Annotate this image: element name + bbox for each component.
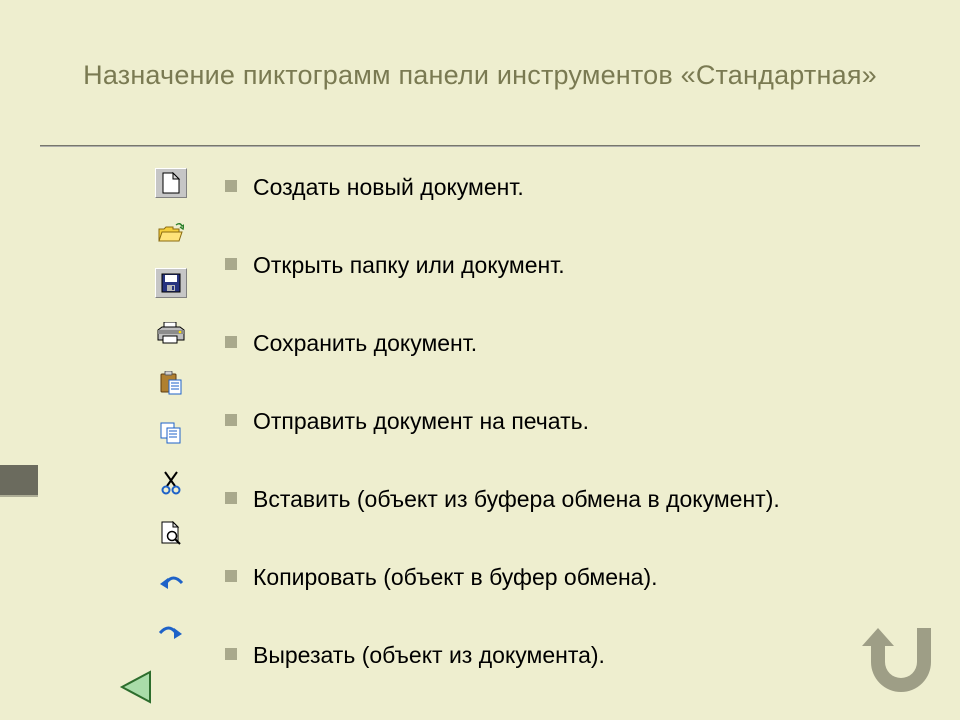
list-item: Вставить (объект из буфера обмена в доку…: [225, 484, 900, 514]
description-list: Создать новый документ. Открыть папку ил…: [225, 172, 900, 718]
list-item-label: Открыть папку или документ.: [253, 250, 900, 280]
back-triangle-icon: [116, 668, 154, 706]
list-item-label: Копировать (объект в буфер обмена).: [253, 562, 900, 592]
bullet-icon: [225, 336, 237, 348]
back-button[interactable]: [115, 667, 155, 707]
bullet-icon: [225, 180, 237, 192]
list-item: Копировать (объект в буфер обмена).: [225, 562, 900, 592]
print-icon: [155, 318, 187, 348]
bullet-icon: [225, 492, 237, 504]
bullet-icon: [225, 258, 237, 270]
cut-icon: [155, 468, 187, 498]
preview-icon: [155, 518, 187, 548]
list-item-label: Отправить документ на печать.: [253, 406, 900, 436]
list-item: Открыть папку или документ.: [225, 250, 900, 280]
list-item-label: Создать новый документ.: [253, 172, 900, 202]
save-icon: [155, 268, 187, 298]
new-file-icon: [155, 168, 187, 198]
decorative-side-bar: [0, 465, 38, 495]
list-item-label: Сохранить документ.: [253, 328, 900, 358]
toolbar-icon-column: [150, 168, 192, 648]
slide-title: Назначение пиктограмм панели инструменто…: [0, 60, 960, 91]
bullet-icon: [225, 648, 237, 660]
open-folder-icon: [155, 218, 187, 248]
redo-icon: [155, 618, 187, 648]
list-item: Сохранить документ.: [225, 328, 900, 358]
copy-icon: [155, 418, 187, 448]
paste-icon: [155, 368, 187, 398]
list-item: Создать новый документ.: [225, 172, 900, 202]
bullet-icon: [225, 414, 237, 426]
undo-icon: [155, 568, 187, 598]
list-item: Отправить документ на печать.: [225, 406, 900, 436]
list-item-label: Вставить (объект из буфера обмена в доку…: [253, 484, 900, 514]
bullet-icon: [225, 570, 237, 582]
u-turn-arrow-icon: [862, 622, 932, 692]
title-divider: [40, 145, 920, 147]
return-button[interactable]: [862, 622, 932, 692]
list-item-label: Вырезать (объект из документа).: [253, 640, 900, 670]
list-item: Вырезать (объект из документа).: [225, 640, 900, 670]
